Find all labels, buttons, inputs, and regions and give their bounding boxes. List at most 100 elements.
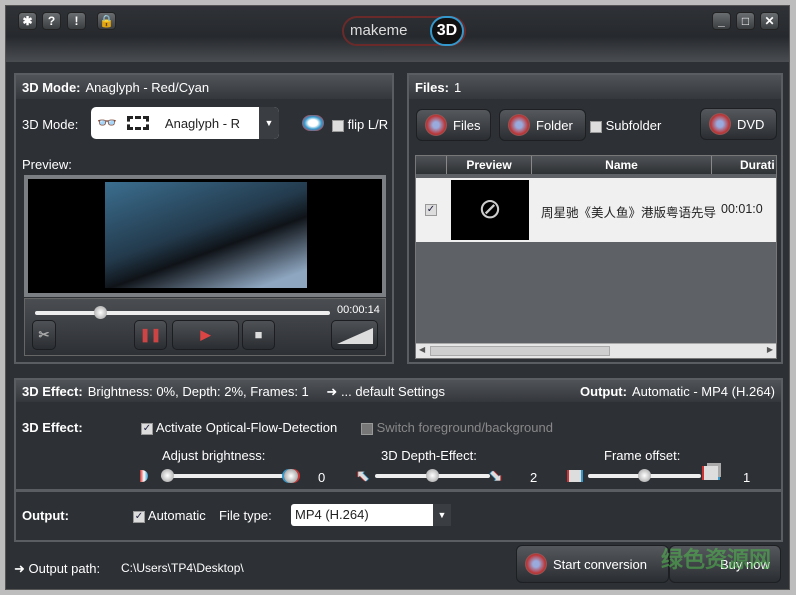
header-label: 3D Effect: bbox=[22, 384, 83, 399]
mode-value: Anaglyph - R bbox=[164, 115, 241, 131]
header-value: Anaglyph - Red/Cyan bbox=[85, 80, 210, 95]
logo-badge: 3D bbox=[430, 16, 464, 46]
lock-icon[interactable]: 🔒 bbox=[97, 12, 116, 30]
play-button[interactable]: ▶ bbox=[172, 320, 239, 350]
pause-button[interactable]: ❚❚ bbox=[134, 320, 167, 350]
help-icon[interactable]: ? bbox=[42, 12, 61, 30]
column-duration[interactable]: Durati bbox=[740, 156, 775, 174]
stop-button[interactable]: ■ bbox=[242, 320, 275, 350]
frame-offset-label: Frame offset: bbox=[604, 448, 681, 463]
horizontal-scrollbar[interactable]: ◀ ▶ bbox=[416, 343, 776, 358]
info-icon[interactable]: ! bbox=[67, 12, 86, 30]
subfolder-checkbox[interactable]: Subfolder bbox=[590, 118, 661, 133]
optical-flow-label: Activate Optical-Flow-Detection bbox=[155, 420, 338, 435]
output-path-label: Output path: bbox=[28, 561, 101, 576]
chevron-down-icon[interactable]: ▼ bbox=[433, 504, 451, 526]
switch-fg-bg-label: Switch foreground/background bbox=[376, 420, 553, 435]
header-label: 3D Mode: bbox=[22, 80, 81, 95]
subfolder-label: Subfolder bbox=[605, 118, 662, 133]
film-reel-icon bbox=[425, 114, 447, 136]
flip-checkbox[interactable]: flip L/R bbox=[332, 117, 388, 132]
film-icon bbox=[126, 116, 149, 130]
multi-frame-icon bbox=[704, 466, 718, 480]
frame-offset-slider[interactable] bbox=[588, 469, 701, 482]
brightness-value: 0 bbox=[318, 470, 326, 485]
switch-fg-bg-checkbox[interactable]: Switch foreground/background bbox=[361, 420, 553, 435]
buy-now-label: Buy now bbox=[720, 556, 770, 572]
playback-controls: 00:00:14 ✂ ❚❚ ▶ ■ bbox=[24, 298, 386, 356]
depth-slider[interactable] bbox=[375, 469, 490, 482]
flip-icon bbox=[302, 115, 324, 131]
bright-icon bbox=[284, 469, 298, 483]
files-label: Files bbox=[453, 117, 481, 133]
mode-panel: 3D Mode: Anaglyph - Red/Cyan 3D Mode: 👓 A… bbox=[14, 73, 394, 364]
volume-control[interactable] bbox=[331, 320, 378, 350]
output-row-label: Output: bbox=[22, 508, 69, 523]
minimize-button[interactable]: _ bbox=[712, 12, 731, 30]
flip-label: flip L/R bbox=[347, 117, 389, 132]
automatic-label: Automatic bbox=[147, 508, 206, 523]
output-label: Output: bbox=[580, 384, 627, 399]
table-header: Preview Name Durati bbox=[416, 156, 776, 174]
dvd-label: DVD bbox=[737, 116, 765, 132]
file-duration: 00:01:0 bbox=[721, 202, 763, 216]
dvd-icon bbox=[709, 113, 731, 135]
output-panel: Output: ✓ Automatic File type: MP4 (H.26… bbox=[14, 490, 783, 542]
depth-knob[interactable] bbox=[426, 469, 439, 482]
default-settings-label: ... default Settings bbox=[340, 384, 446, 399]
depth-decrease-icon: ⬉ bbox=[356, 468, 370, 485]
output-path-link[interactable]: ➜ Output path: bbox=[14, 561, 100, 577]
preview-label: Preview: bbox=[22, 157, 72, 172]
logo: makeme 3D bbox=[342, 16, 466, 46]
header-label: Files: bbox=[415, 80, 449, 95]
effect-header: 3D Effect: Brightness: 0%, Depth: 2%, Fra… bbox=[16, 380, 781, 402]
seek-knob[interactable] bbox=[93, 306, 107, 319]
brightness-slider[interactable] bbox=[161, 469, 283, 482]
default-settings-link[interactable]: ➜ ... default Settings bbox=[326, 384, 445, 399]
file-type-label: File type: bbox=[219, 508, 272, 523]
depth-increase-icon: ⬊ bbox=[489, 468, 503, 485]
frame-offset-knob[interactable] bbox=[638, 469, 651, 482]
output-summary: Automatic - MP4 (H.264) bbox=[631, 384, 775, 399]
close-button[interactable]: ✕ bbox=[760, 12, 779, 30]
table-row[interactable]: ✓ ⊘ 周星驰《美人鱼》港版粤语先导 00:01:0 bbox=[416, 178, 776, 242]
video-frame bbox=[24, 175, 386, 297]
maximize-button[interactable]: □ bbox=[736, 12, 755, 30]
start-conversion-label: Start conversion bbox=[553, 556, 647, 572]
column-name[interactable]: Name bbox=[532, 156, 712, 174]
folder-label: Folder bbox=[536, 117, 573, 133]
gear-icon[interactable]: ✱ bbox=[18, 12, 37, 30]
files-panel: Files: 1 Files Folder Subfolder DVD Previ… bbox=[407, 73, 783, 364]
files-table: Preview Name Durati ✓ ⊘ 周星驰《美人鱼》港版粤语先导 0… bbox=[415, 155, 777, 359]
single-frame-icon bbox=[569, 470, 581, 482]
add-folder-button[interactable]: Folder bbox=[499, 109, 586, 141]
folder-icon bbox=[508, 114, 530, 136]
row-checkbox[interactable]: ✓ bbox=[425, 204, 437, 216]
optical-flow-checkbox[interactable]: ✓ Activate Optical-Flow-Detection bbox=[141, 420, 337, 435]
effect-panel: 3D Effect: Brightness: 0%, Depth: 2%, Fra… bbox=[14, 378, 783, 491]
time-display: 00:00:14 bbox=[337, 304, 380, 316]
dark-icon bbox=[140, 470, 148, 482]
files-count: 1 bbox=[453, 80, 462, 95]
no-preview-icon: ⊘ bbox=[451, 180, 529, 240]
video-preview bbox=[105, 182, 307, 288]
mode-dropdown[interactable]: 👓 Anaglyph - R ▼ bbox=[91, 107, 279, 139]
seek-slider[interactable] bbox=[35, 306, 330, 319]
add-files-button[interactable]: Files bbox=[416, 109, 491, 141]
buy-now-button[interactable]: Buy now bbox=[669, 545, 781, 583]
scissors-icon[interactable]: ✂ bbox=[32, 320, 56, 350]
file-name: 周星驰《美人鱼》港版粤语先导 bbox=[541, 206, 717, 220]
automatic-checkbox[interactable]: ✓ Automatic bbox=[133, 508, 206, 523]
brightness-knob[interactable] bbox=[161, 469, 174, 482]
glasses-icon: 👓 bbox=[97, 115, 117, 132]
mode-header: 3D Mode: Anaglyph - Red/Cyan bbox=[16, 75, 392, 99]
column-preview[interactable]: Preview bbox=[446, 156, 532, 174]
convert-icon bbox=[525, 553, 547, 575]
title-bar: ✱ ? ! 🔒 makeme 3D _ □ ✕ bbox=[6, 6, 789, 62]
chevron-down-icon[interactable]: ▼ bbox=[259, 107, 279, 139]
scrollbar-thumb[interactable] bbox=[430, 346, 610, 356]
start-conversion-button[interactable]: Start conversion bbox=[516, 545, 669, 583]
output-path-value: C:\Users\TP4\Desktop\ bbox=[121, 561, 244, 575]
dvd-button[interactable]: DVD bbox=[700, 108, 777, 140]
file-type-select[interactable]: MP4 (H.264) ▼ bbox=[291, 504, 451, 526]
